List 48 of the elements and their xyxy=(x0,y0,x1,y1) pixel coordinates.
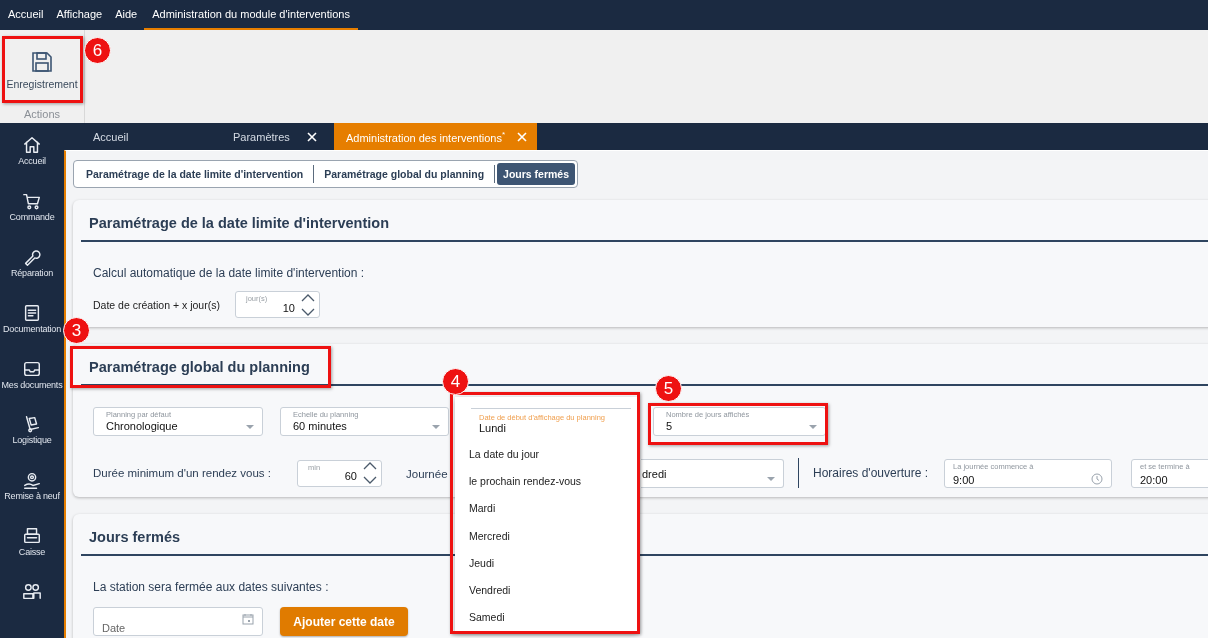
spinner-arrows-icon[interactable] xyxy=(301,292,315,317)
dropdown-caret-icon xyxy=(432,425,440,429)
sidebar-item[interactable]: Documentation xyxy=(3,323,61,334)
sidebar-item[interactable]: Mes documents xyxy=(1,379,63,390)
dropdown-option[interactable]: Mercredi xyxy=(469,529,510,542)
close-icon[interactable] xyxy=(307,131,317,142)
dropdown-option[interactable]: le prochain rendez-vous xyxy=(469,474,582,487)
document-icon xyxy=(22,302,42,323)
dropdown-caret-icon xyxy=(246,425,254,429)
document-tab[interactable]: Paramètres xyxy=(220,123,330,150)
dropdown-option[interactable]: Jeudi xyxy=(469,556,495,569)
section-description: La station sera fermée aux dates suivantes : xyxy=(93,580,329,594)
sidebar-item[interactable]: Accueil xyxy=(18,156,46,166)
dropdown-caret-icon xyxy=(809,425,817,429)
group-label: Actions xyxy=(23,108,61,120)
section-title: Paramétrage de la date limite d'intervention xyxy=(89,214,389,232)
spinner-arrows-icon[interactable] xyxy=(363,461,377,485)
home-icon xyxy=(22,135,42,155)
section-title: Jours fermés xyxy=(89,528,181,546)
document-tab[interactable]: Accueil xyxy=(80,123,220,150)
date-field[interactable]: Date xyxy=(93,607,263,636)
menu-item[interactable]: Affichage xyxy=(50,0,109,30)
field-label: Journée xyxy=(406,468,448,480)
section-title: Paramétrage global du planning xyxy=(89,358,310,376)
dropdown-field[interactable]: dredi xyxy=(641,458,784,488)
sidebar-item[interactable]: Caisse xyxy=(18,547,46,558)
section-tab[interactable]: Paramétrage de la date limite d'intervention xyxy=(76,163,314,185)
dropdown-option[interactable]: Vendredi xyxy=(469,584,511,597)
menu-item[interactable]: Accueil xyxy=(2,0,50,30)
dropdown-caret-icon xyxy=(767,476,775,481)
clock-icon xyxy=(1091,472,1103,485)
dropdown-option[interactable]: La date du jour xyxy=(469,447,540,460)
sidebar-item[interactable]: Logistique xyxy=(12,435,52,446)
field-label: Horaires d'ouverture : xyxy=(813,466,929,480)
section-tab[interactable]: Paramétrage global du planning xyxy=(314,163,495,185)
sidebar-item[interactable]: Remise à neuf xyxy=(4,491,60,502)
save-button[interactable]: Enregistrement xyxy=(3,38,81,102)
sidebar-item[interactable]: Commande xyxy=(9,211,55,222)
field-label: Durée minimum d'un rendez vous : xyxy=(93,467,272,479)
dropdown-option[interactable]: Mardi xyxy=(469,502,496,515)
calendar-icon xyxy=(242,613,254,625)
section-description: Calcul automatique de la date limite d'intervention : xyxy=(93,266,365,280)
section-tab[interactable]: Jours fermés xyxy=(497,163,576,185)
field-label: Date de création + x jour(s) xyxy=(93,298,221,311)
field-value: Lundi xyxy=(479,422,506,434)
menu-item[interactable]: Aide xyxy=(109,0,144,30)
dropdown-option[interactable]: Samedi xyxy=(469,611,505,624)
sidebar-item[interactable]: Réparation xyxy=(11,267,53,278)
